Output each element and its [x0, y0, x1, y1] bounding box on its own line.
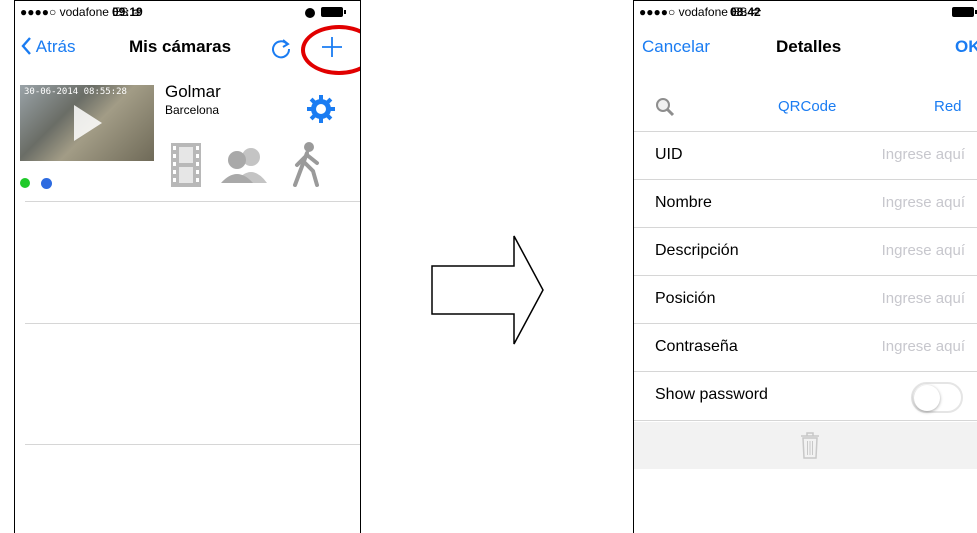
list-separator: [25, 444, 360, 445]
chevron-left-icon: [21, 37, 31, 55]
list-separator: [25, 323, 360, 324]
field-label: Contraseña: [655, 338, 738, 355]
search-icon[interactable]: [655, 97, 675, 117]
back-button[interactable]: Atrás: [21, 23, 75, 71]
description-input[interactable]: Ingrese aquí: [882, 242, 965, 259]
search-options-row: QRCode Red: [634, 83, 977, 132]
battery-icon: [321, 7, 346, 17]
battery-icon: [952, 7, 977, 17]
clock: 09:19: [112, 5, 143, 19]
gear-icon[interactable]: [307, 95, 335, 123]
field-label: Posición: [655, 290, 716, 307]
play-icon[interactable]: [74, 105, 102, 141]
camera-name: Golmar: [165, 82, 221, 101]
arrow-right-icon: [431, 235, 544, 345]
field-label: Nombre: [655, 194, 712, 211]
camera-location: Barcelona: [165, 103, 220, 117]
delete-bar: [634, 422, 977, 469]
globe-icon: [41, 178, 52, 189]
field-label: UID: [655, 146, 683, 163]
status-bar: ●●●●○ vodafone ES ᯤ 08:42: [634, 1, 977, 23]
password-input[interactable]: Ingrese aquí: [882, 338, 965, 355]
qrcode-button[interactable]: QRCode: [778, 98, 836, 115]
camera-thumbnail[interactable]: 30-06-2014 08:55:28: [20, 85, 154, 161]
nav-bar: Cancelar Detalles OK: [634, 23, 977, 71]
page-title: Mis cámaras: [129, 37, 232, 56]
uid-input[interactable]: Ingrese aquí: [882, 146, 965, 163]
network-button[interactable]: Red: [934, 98, 962, 115]
page-title: Detalles: [776, 37, 842, 56]
uid-field[interactable]: UID Ingrese aquí: [634, 131, 977, 180]
show-password-label: Show password: [655, 386, 768, 403]
ok-button[interactable]: OK: [955, 23, 977, 71]
clock: 08:42: [730, 5, 761, 19]
name-input[interactable]: Ingrese aquí: [882, 194, 965, 211]
name-field[interactable]: Nombre Ingrese aquí: [634, 179, 977, 228]
my-cameras-screen: ●●●●○ vodafone ES ᯤ 09:19 Atrás Mis cáma…: [14, 0, 361, 533]
walking-icon[interactable]: [291, 141, 323, 187]
refresh-icon[interactable]: [270, 37, 292, 59]
details-screen: ●●●●○ vodafone ES ᯤ 08:42 Cancelar Detal…: [633, 0, 977, 533]
alarm-icon: [305, 8, 315, 18]
users-icon[interactable]: [221, 147, 269, 183]
status-bar: ●●●●○ vodafone ES ᯤ 09:19: [15, 1, 360, 23]
film-icon[interactable]: [171, 143, 201, 187]
camera-timestamp: 30-06-2014 08:55:28: [24, 87, 127, 97]
password-field[interactable]: Contraseña Ingrese aquí: [634, 323, 977, 372]
position-field[interactable]: Posición Ingrese aquí: [634, 275, 977, 324]
description-field[interactable]: Descripción Ingrese aquí: [634, 227, 977, 276]
position-input[interactable]: Ingrese aquí: [882, 290, 965, 307]
trash-icon[interactable]: [800, 432, 820, 459]
show-password-toggle[interactable]: [911, 382, 963, 413]
list-separator: [25, 201, 360, 202]
online-status-icon: [20, 178, 30, 188]
back-label: Atrás: [35, 37, 76, 56]
field-label: Descripción: [655, 242, 739, 259]
camera-list-item[interactable]: 30-06-2014 08:55:28 Golmar Barcelona: [15, 82, 360, 195]
show-password-row: Show password: [634, 372, 977, 421]
cancel-button[interactable]: Cancelar: [642, 23, 710, 71]
